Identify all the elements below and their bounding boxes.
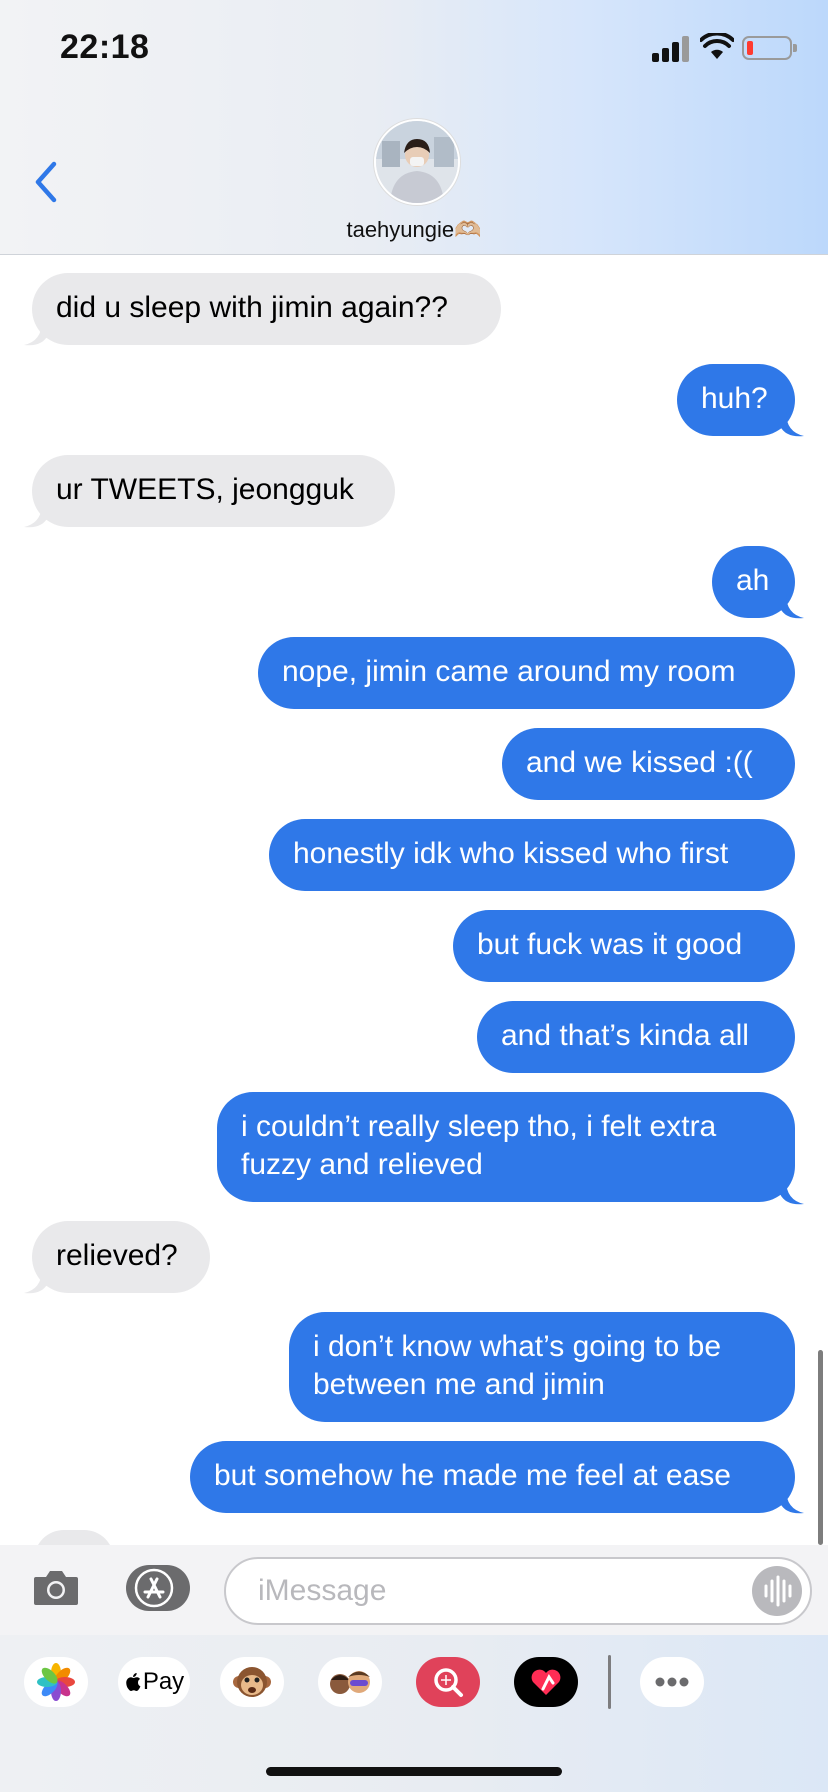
digital-touch-icon [531,1669,561,1695]
message-outgoing[interactable]: i couldn’t really sleep tho, i felt extr… [217,1092,795,1202]
imessage-input[interactable]: iMessage [224,1557,812,1625]
message-outgoing[interactable]: nope, jimin came around my room [258,637,795,709]
message-text: but somehow he made me feel at ease [214,1459,731,1492]
message-incoming[interactable]: ur TWEETS, jeongguk [32,455,395,527]
apple-pay-label: Pay [142,1668,185,1695]
scrollbar[interactable] [818,1350,823,1545]
message-text: did u sleep with jimin again?? [56,291,448,324]
more-icon [655,1677,689,1687]
app-store-button[interactable] [126,1565,190,1611]
imessage-placeholder: iMessage [258,1574,387,1607]
apple-logo-icon [126,1673,141,1691]
message-text: nope, jimin came around my room [282,655,736,688]
contact-avatar[interactable] [374,119,460,205]
bubble-tail-outgoing [780,1489,804,1514]
app-drawer: Pay [0,1635,828,1792]
compose-bar: iMessage [0,1545,828,1635]
bubble-tail-outgoing [780,594,804,619]
camera-icon[interactable] [32,1567,80,1607]
more-apps-button[interactable] [640,1657,704,1707]
home-indicator[interactable] [266,1767,562,1776]
message-text: and we kissed :(( [526,746,753,779]
message-text: but fuck was it good [477,928,743,961]
memoji-app-button[interactable] [318,1657,382,1707]
contact-name[interactable]: taehyungie🫶🏼 [0,217,828,243]
bubble-tail-incoming [24,503,48,528]
message-outgoing[interactable]: huh? [677,364,795,436]
waveform-icon [764,1575,792,1607]
message-text: i don’t know what’s going to be between … [313,1330,722,1401]
drawer-divider [608,1655,611,1709]
bubble-tail-incoming [24,321,48,346]
cellular-signal-icon [652,36,692,62]
apple-pay-app-button[interactable]: Pay [118,1657,190,1707]
typing-bubble-partial [34,1530,114,1545]
photos-icon [37,1663,75,1701]
monkey-animoji-icon [233,1667,271,1697]
image-search-app-button[interactable] [416,1657,480,1707]
bubble-tail-incoming [24,1269,48,1294]
message-incoming[interactable]: did u sleep with jimin again?? [32,273,501,345]
photos-app-button[interactable] [24,1657,88,1707]
message-text: ur TWEETS, jeongguk [56,473,354,506]
message-incoming[interactable]: relieved? [32,1221,210,1293]
app-store-icon [134,1568,174,1608]
battery-icon [742,36,797,60]
bubble-tail-outgoing [780,1180,804,1205]
animoji-app-button[interactable] [220,1657,284,1707]
message-outgoing[interactable]: and that’s kinda all [477,1001,795,1073]
digital-touch-app-button[interactable] [514,1657,578,1707]
message-outgoing[interactable]: but fuck was it good [453,910,795,982]
back-chevron-icon[interactable] [30,160,64,204]
message-text: ah [736,564,770,597]
message-text: huh? [701,382,768,415]
message-text: honestly idk who kissed who first [293,837,729,870]
message-text: and that’s kinda all [501,1019,749,1052]
message-outgoing[interactable]: but somehow he made me feel at ease [190,1441,795,1513]
wifi-icon [700,33,734,59]
message-thread[interactable]: did u sleep with jimin again?? huh? ur T… [0,255,828,1545]
bubble-tail-outgoing [780,412,804,437]
conversation-header: 22:18 taehyungie🫶🏼 [0,0,828,255]
status-time: 22:18 [60,28,150,66]
memoji-icon [330,1671,370,1694]
message-outgoing[interactable]: i don’t know what’s going to be between … [289,1312,795,1422]
message-outgoing[interactable]: and we kissed :(( [502,728,795,800]
search-images-icon [434,1668,463,1697]
message-text: relieved? [56,1239,178,1272]
message-outgoing[interactable]: honestly idk who kissed who first [269,819,795,891]
audio-message-button[interactable] [752,1566,802,1616]
message-text: i couldn’t really sleep tho, i felt extr… [241,1110,717,1181]
